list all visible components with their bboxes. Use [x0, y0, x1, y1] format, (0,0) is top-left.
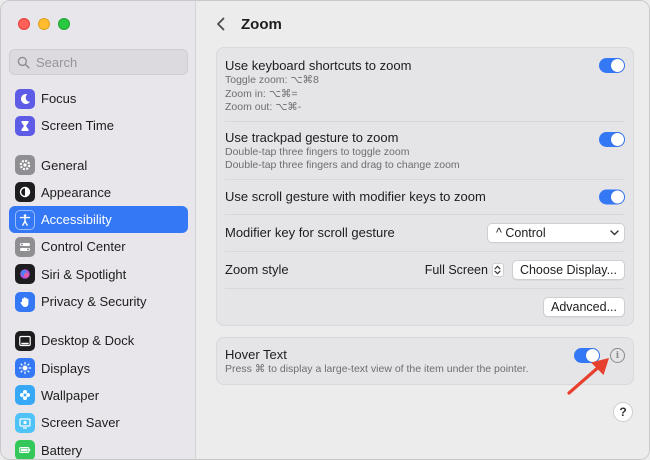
- siri-icon: [15, 264, 35, 285]
- zoom-style-select[interactable]: Full Screen: [424, 262, 504, 277]
- trackpad-hint-2: Double-tap three fingers and drag to cha…: [225, 159, 460, 171]
- zoom-out-shortcut: Zoom out: ⌥⌘-: [225, 101, 302, 113]
- gear-icon: [15, 155, 35, 176]
- zoom-settings-group: Use keyboard shortcuts to zoom Toggle zo…: [216, 47, 634, 326]
- sidebar-item-label: Wallpaper: [41, 387, 100, 403]
- sidebar-item-label: Appearance: [41, 184, 112, 200]
- sun-icon: [15, 358, 35, 379]
- moon-icon: [15, 88, 35, 109]
- sidebar-item-label: Accessibility: [41, 212, 112, 228]
- zoom-in-shortcut: Zoom in: ⌥⌘=: [225, 87, 298, 100]
- sidebar-item-screen-time[interactable]: Screen Time: [9, 112, 188, 139]
- accessibility-icon: [15, 209, 35, 230]
- choose-display-button[interactable]: Choose Display...: [511, 259, 625, 280]
- scroll-gesture-row: Use scroll gesture with modifier keys to…: [225, 180, 625, 215]
- search-input[interactable]: [36, 54, 176, 70]
- zoom-style-value: Full Screen: [424, 262, 488, 277]
- trackpad-gesture-toggle[interactable]: [599, 131, 625, 147]
- modifier-key-row: Modifier key for scroll gesture ^ Contro…: [225, 215, 625, 252]
- search-icon: [17, 56, 30, 69]
- hourglass-icon: [15, 115, 35, 136]
- appearance-icon: [15, 182, 35, 203]
- chevron-left-icon: [217, 17, 225, 31]
- toggle-zoom-shortcut: Toggle zoom: ⌥⌘8: [225, 74, 319, 86]
- keyboard-shortcuts-label: Use keyboard shortcuts to zoom: [225, 58, 412, 73]
- sidebar-item-label: Displays: [41, 360, 91, 376]
- zoom-style-row: Zoom style Full Screen Choose Display...: [225, 252, 625, 289]
- settings-window: Focus Screen Time General Appearance: [0, 0, 650, 460]
- control-center-icon: [15, 236, 35, 257]
- sidebar-item-label: General: [41, 157, 88, 173]
- main-pane: Zoom Use keyboard shortcuts to zoom Togg…: [197, 1, 649, 459]
- sidebar-item-focus[interactable]: Focus: [9, 85, 188, 112]
- trackpad-gesture-label: Use trackpad gesture to zoom: [225, 129, 399, 145]
- sidebar-item-general[interactable]: General: [9, 152, 188, 179]
- screen-saver-icon: [15, 412, 35, 433]
- sidebar-item-accessibility[interactable]: Accessibility: [9, 206, 188, 234]
- modifier-key-value: ^ Control: [496, 225, 546, 240]
- hover-text-group: Hover Text Press ⌘ to display a large-te…: [216, 337, 634, 385]
- trackpad-hint-1: Double-tap three fingers to toggle zoom: [225, 145, 410, 158]
- hover-text-description: Press ⌘ to display a large-text view of …: [225, 363, 529, 375]
- hover-text-row: Hover Text Press ⌘ to display a large-te…: [225, 338, 625, 384]
- scroll-gesture-label: Use scroll gesture with modifier keys to…: [225, 188, 486, 204]
- page-title: Zoom: [241, 15, 282, 33]
- sidebar-item-label: Privacy & Security: [41, 294, 147, 310]
- sidebar-item-label: Siri & Spotlight: [41, 266, 127, 282]
- sidebar-item-battery[interactable]: Battery: [9, 437, 188, 459]
- sidebar-item-label: Focus: [41, 91, 77, 106]
- flower-icon: [15, 385, 35, 406]
- sidebar-nav: Focus Screen Time General Appearance Acc…: [9, 85, 188, 459]
- maximize-window-button[interactable]: [58, 18, 70, 30]
- help-button[interactable]: ?: [613, 402, 633, 422]
- keyboard-shortcuts-toggle[interactable]: [599, 58, 625, 73]
- dock-icon: [15, 330, 35, 351]
- trackpad-gesture-row: Use trackpad gesture to zoom Double-tap …: [225, 122, 625, 180]
- advanced-row: Advanced...: [225, 289, 625, 325]
- search-box[interactable]: [9, 49, 188, 75]
- modifier-key-label: Modifier key for scroll gesture: [225, 224, 395, 240]
- sidebar-item-label: Screen Time: [41, 118, 114, 134]
- sidebar-item-desktop-dock[interactable]: Desktop & Dock: [9, 327, 188, 354]
- chevron-down-icon: [610, 229, 619, 235]
- header: Zoom: [197, 1, 649, 47]
- hand-icon: [15, 291, 35, 312]
- sidebar-item-appearance[interactable]: Appearance: [9, 179, 188, 206]
- minimize-window-button[interactable]: [38, 18, 50, 30]
- hover-text-label: Hover Text: [225, 347, 287, 362]
- hover-text-toggle[interactable]: [574, 348, 600, 363]
- sidebar-item-label: Screen Saver: [41, 415, 120, 431]
- advanced-button[interactable]: Advanced...: [542, 296, 625, 317]
- sidebar-item-siri-spotlight[interactable]: Siri & Spotlight: [9, 261, 188, 288]
- close-window-button[interactable]: [18, 18, 30, 30]
- zoom-style-label: Zoom style: [225, 261, 289, 277]
- sidebar: Focus Screen Time General Appearance: [1, 1, 196, 459]
- sidebar-item-screen-saver[interactable]: Screen Saver: [9, 409, 188, 436]
- keyboard-shortcuts-row: Use keyboard shortcuts to zoom Toggle zo…: [225, 48, 625, 122]
- battery-icon: [15, 440, 35, 459]
- sidebar-item-privacy-security[interactable]: Privacy & Security: [9, 288, 188, 315]
- sidebar-item-label: Control Center: [41, 239, 126, 255]
- updown-chevron-icon: [491, 262, 504, 277]
- sidebar-item-label: Desktop & Dock: [41, 333, 135, 349]
- scroll-gesture-toggle[interactable]: [599, 189, 625, 204]
- sidebar-item-wallpaper[interactable]: Wallpaper: [9, 382, 188, 409]
- window-controls: [18, 18, 70, 30]
- info-icon[interactable]: i: [610, 348, 625, 363]
- modifier-key-select[interactable]: ^ Control: [487, 222, 625, 243]
- back-button[interactable]: [213, 16, 229, 32]
- sidebar-item-label: Battery: [41, 442, 83, 458]
- sidebar-item-displays[interactable]: Displays: [9, 355, 188, 382]
- sidebar-item-control-center[interactable]: Control Center: [9, 233, 188, 260]
